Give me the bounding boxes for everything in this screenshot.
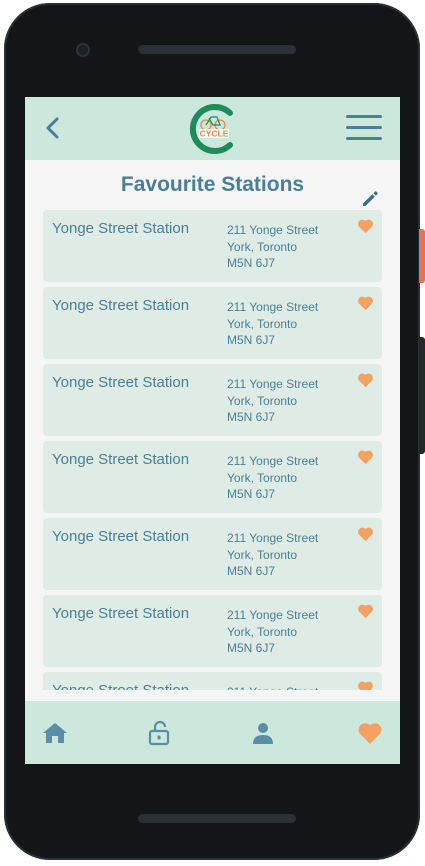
station-address: 211 Yonge Street York, Toronto M5N 6J7 [227,376,318,426]
favourite-toggle[interactable] [357,295,374,311]
station-name: Yonge Street Station [52,682,189,690]
station-address: 211 Yonge Street York, Toronto M5N 6J7 [227,299,318,349]
hamburger-menu-icon [346,115,382,140]
bottom-navigation [25,701,400,764]
favourite-toggle[interactable] [357,218,374,234]
heart-icon [358,450,373,465]
postal-code: M5N 6J7 [227,410,276,424]
station-name: Yonge Street Station [52,297,190,314]
address-line-1: 211 Yonge Street [227,300,319,314]
station-card[interactable]: Yonge Street Station 211 Yonge Street York… [43,210,382,282]
address-line-1: 211 Yonge Street [227,531,319,545]
heart-icon [358,527,373,542]
favourite-toggle[interactable] [357,526,374,542]
home-bar [138,814,296,823]
address-line-2: York, Toronto [227,547,298,562]
pencil-icon [363,191,378,206]
side-button-volume [419,337,425,454]
favourite-toggle[interactable] [357,680,374,690]
favourite-toggle[interactable] [357,372,374,388]
unlock-icon [148,720,170,746]
station-name: Yonge Street Station [52,605,190,622]
heart-icon [358,681,373,690]
nav-unlock-button[interactable] [145,720,173,746]
station-address: 211 Yonge Street York, Toronto M5N 6J7 [227,453,318,503]
station-name: Yonge Street Station [52,220,190,237]
station-name: Yonge Street Station [52,374,190,391]
address-line-2: York, Toronto [227,316,298,331]
favourite-toggle[interactable] [357,449,374,465]
home-icon [43,723,67,743]
heart-icon [358,296,373,311]
edit-button[interactable] [360,189,380,209]
address-line-1: 211 Yonge Street [227,608,319,622]
address-line-1: 211 Yonge Street [227,377,319,391]
heart-icon [358,604,373,619]
postal-code: M5N 6J7 [227,487,276,501]
address-line-1: 211 Yonge Street [227,684,318,690]
side-button-power [419,229,425,283]
station-card[interactable]: Yonge Street Station 211 Yonge Street York… [43,287,382,359]
top-app-bar: CYCLE [25,97,400,160]
address-line-2: York, Toronto [227,624,298,639]
station-card[interactable]: Yonge Street Station 211 Yonge Street York… [43,518,382,590]
station-address: 211 Yonge Street York, Toronto M5N 6J7 [227,222,318,272]
favourite-station-list[interactable]: Yonge Street Station 211 Yonge Street York… [43,210,383,690]
postal-code: M5N 6J7 [227,564,276,578]
station-name: Yonge Street Station [52,451,190,468]
address-line-2: York, Toronto [227,239,298,254]
heart-icon [358,723,382,744]
postal-code: M5N 6J7 [227,641,276,655]
nav-profile-button[interactable] [249,720,277,746]
menu-button[interactable] [346,115,382,143]
user-icon [253,723,273,744]
phone-frame: CYCLE Favourite Stations Yonge Street St… [4,3,420,860]
station-card[interactable]: Yonge Street Station 211 Yonge Street York… [43,441,382,513]
station-card[interactable]: Yonge Street Station 211 Yonge Street York… [43,595,382,667]
address-line-1: 211 Yonge Street [227,454,319,468]
page-title: Favourite Stations [120,173,305,196]
station-address: 211 Yonge Street York, Toronto M5N 6J7 [227,607,318,657]
station-name: Yonge Street Station [52,528,190,545]
app-screen: CYCLE Favourite Stations Yonge Street St… [25,97,400,764]
nav-home-button[interactable] [41,720,69,746]
heart-icon [358,219,373,234]
speaker-grille [138,45,296,54]
postal-code: M5N 6J7 [227,256,276,270]
station-address: 211 Yonge Street York, Toronto M5N 6J7 [227,530,318,580]
back-button[interactable] [37,111,67,145]
address-line-2: York, Toronto [227,470,298,485]
cycle-logo: CYCLE [186,103,240,155]
station-address: 211 Yonge StreetYork, TorontoM5N 6J7 [227,684,318,690]
chevron-left-icon [46,117,59,139]
address-line-1: 211 Yonge Street [227,223,319,237]
front-camera [76,43,90,57]
address-line-2: York, Toronto [227,393,298,408]
favourite-toggle[interactable] [357,603,374,619]
nav-favourites-button[interactable] [356,720,384,746]
postal-code: M5N 6J7 [227,333,276,347]
station-card[interactable]: Yonge Street Station 211 Yonge StreetYork… [43,672,382,690]
logo-text: CYCLE [200,129,229,139]
heart-icon [358,373,373,388]
station-card[interactable]: Yonge Street Station 211 Yonge Street York… [43,364,382,436]
